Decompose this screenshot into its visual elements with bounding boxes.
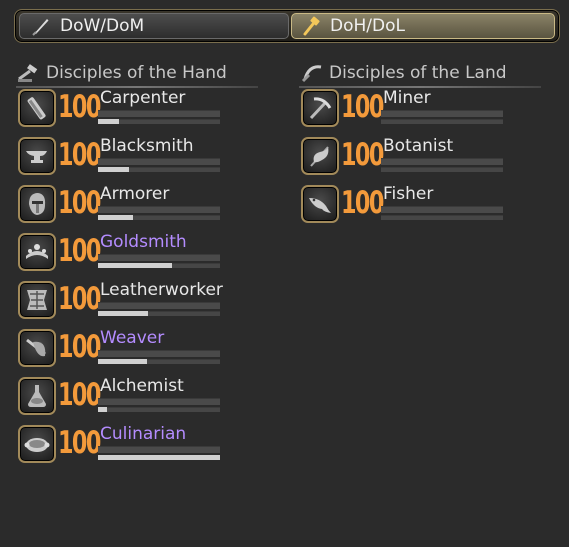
job-level: 100 (58, 329, 101, 365)
job-level: 100 (58, 425, 101, 461)
tab-label: DoW/DoM (60, 16, 145, 36)
job-name: Armorer (100, 184, 170, 204)
tab-label: DoH/DoL (330, 16, 405, 36)
job-name: Goldsmith (100, 232, 187, 252)
job-level: 100 (58, 89, 101, 125)
section-title: Disciples of the Hand (46, 63, 227, 83)
job-row-botanist[interactable]: 100 Botanist (301, 136, 531, 180)
helmet-icon (18, 185, 56, 223)
job-name: Carpenter (100, 88, 186, 108)
job-row-carpenter[interactable]: 100 Carpenter (18, 88, 248, 132)
section-header-land: Disciples of the Land (299, 62, 541, 88)
job-row-weaver[interactable]: 100 Weaver (18, 328, 248, 372)
job-level: 100 (341, 89, 384, 125)
tab-doh-dol[interactable]: DoH/DoL (291, 13, 555, 39)
xp-fill (98, 359, 147, 364)
xp-bar (98, 263, 220, 268)
needle-icon (18, 329, 56, 367)
job-name: Weaver (100, 328, 165, 348)
anvil-icon (18, 137, 56, 175)
job-level: 100 (58, 137, 101, 173)
section-title: Disciples of the Land (329, 63, 507, 83)
job-bar-track (381, 158, 503, 165)
leather-icon (18, 281, 56, 319)
xp-bar (98, 455, 220, 460)
xp-bar (98, 311, 220, 316)
job-row-blacksmith[interactable]: 100 Blacksmith (18, 136, 248, 180)
xp-fill (98, 311, 149, 316)
job-bar-track (98, 158, 220, 165)
job-row-leatherworker[interactable]: 100 Leatherworker (18, 280, 248, 324)
job-bar-track (381, 206, 503, 213)
xp-fill (98, 119, 119, 124)
job-bar-track (98, 446, 220, 453)
pickaxe-icon (301, 89, 339, 127)
job-row-fisher[interactable]: 100 Fisher (301, 184, 531, 228)
pan-icon (18, 425, 56, 463)
job-row-armorer[interactable]: 100 Armorer (18, 184, 248, 228)
xp-bar (98, 167, 220, 172)
xp-fill (98, 167, 129, 172)
job-category-tabs: DoW/DoM DoH/DoL (14, 9, 560, 43)
fish-icon (301, 185, 339, 223)
job-name: Blacksmith (100, 136, 194, 156)
job-level: 100 (58, 185, 101, 221)
job-row-miner[interactable]: 100 Miner (301, 88, 531, 132)
xp-bar (98, 359, 220, 364)
sword-icon (30, 15, 52, 37)
job-level: 100 (341, 185, 384, 221)
xp-fill (98, 455, 220, 460)
flask-icon (18, 377, 56, 415)
xp-bar (98, 407, 220, 412)
job-level: 100 (58, 377, 101, 413)
hammer-icon (300, 15, 322, 37)
job-bar-track (98, 254, 220, 261)
job-bar-track (98, 206, 220, 213)
job-bar-track (98, 302, 220, 309)
section-header-hand: Disciples of the Hand (16, 62, 258, 88)
job-name: Fisher (383, 184, 434, 204)
tab-dow-dom[interactable]: DoW/DoM (19, 13, 289, 39)
job-level: 100 (58, 281, 101, 317)
job-row-goldsmith[interactable]: 100 Goldsmith (18, 232, 248, 276)
job-name: Botanist (383, 136, 454, 156)
job-bar-track (98, 110, 220, 117)
xp-bar (381, 215, 503, 220)
job-row-alchemist[interactable]: 100 Alchemist (18, 376, 248, 420)
tiara-icon (18, 233, 56, 271)
job-level: 100 (58, 233, 101, 269)
xp-bar (98, 119, 220, 124)
saw-icon (18, 89, 56, 127)
leaf-icon (301, 137, 339, 175)
job-bar-track (98, 398, 220, 405)
job-bar-track (98, 350, 220, 357)
job-name: Alchemist (100, 376, 184, 396)
xp-fill (98, 263, 173, 268)
job-name: Miner (383, 88, 431, 108)
hammer-anvil-icon (16, 63, 42, 83)
job-bar-track (381, 110, 503, 117)
xp-fill (98, 215, 134, 220)
sickle-icon (299, 63, 325, 83)
xp-bar (381, 167, 503, 172)
job-level: 100 (341, 137, 384, 173)
job-name: Leatherworker (100, 280, 223, 300)
job-name: Culinarian (100, 424, 187, 444)
job-row-culinarian[interactable]: 100 Culinarian (18, 424, 248, 468)
xp-bar (381, 119, 503, 124)
xp-bar (98, 215, 220, 220)
xp-fill (98, 407, 107, 412)
